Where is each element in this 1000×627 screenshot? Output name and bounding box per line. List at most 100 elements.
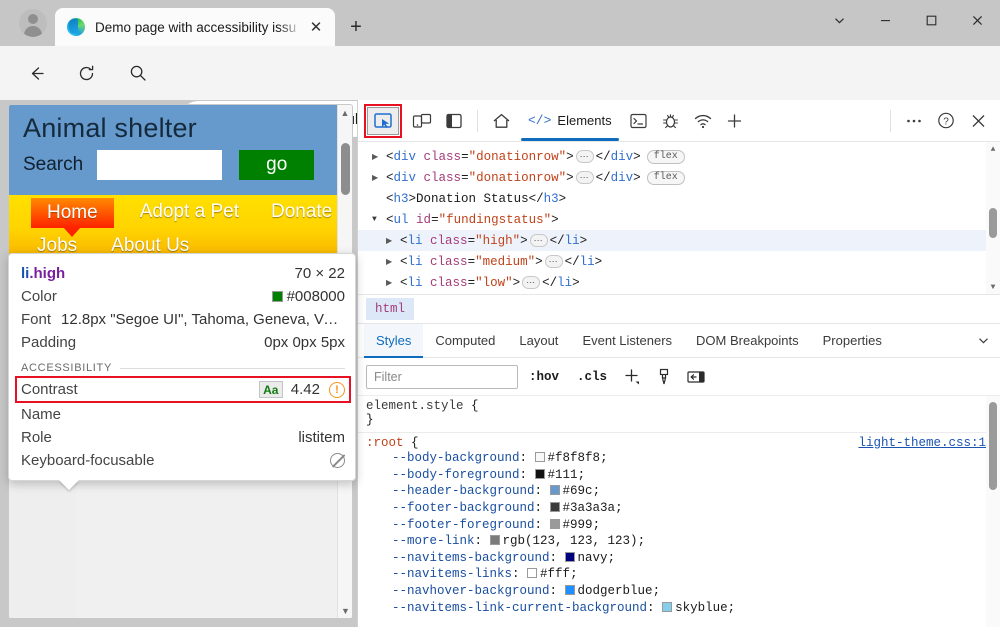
- scroll-down-arrow-icon[interactable]: ▼: [986, 280, 1000, 294]
- maximize-button[interactable]: [908, 0, 954, 40]
- styles-filter-input[interactable]: Filter: [366, 365, 518, 389]
- css-property[interactable]: --header-background: [392, 484, 535, 498]
- css-property[interactable]: --more-link: [392, 534, 475, 548]
- breadcrumb[interactable]: html: [358, 294, 1000, 324]
- more-tools-icon[interactable]: [898, 106, 930, 136]
- close-window-button[interactable]: [954, 0, 1000, 40]
- site-nav-item-adopt[interactable]: Adopt a Pet: [134, 198, 245, 226]
- styles-scrollbar[interactable]: ▼: [986, 396, 1000, 627]
- computed-styles-icon[interactable]: [650, 364, 678, 390]
- add-panel-icon[interactable]: [719, 106, 751, 136]
- css-property[interactable]: --footer-foreground: [392, 518, 535, 532]
- toggle-sidebar-icon[interactable]: [682, 364, 710, 390]
- css-property[interactable]: --navitems-links: [392, 567, 512, 581]
- close-devtools-icon[interactable]: [962, 106, 994, 136]
- table-row[interactable]: ▶ <li class="low"> ⋯ </li>: [358, 272, 1000, 293]
- css-selector[interactable]: :root: [366, 436, 404, 450]
- css-value[interactable]: #69c: [563, 484, 593, 498]
- tab-properties[interactable]: Properties: [811, 324, 894, 357]
- css-property[interactable]: --navitems-background: [392, 551, 550, 565]
- css-value[interactable]: dodgerblue: [578, 584, 653, 598]
- styles-scrollbar-thumb[interactable]: [989, 402, 997, 490]
- css-declaration[interactable]: --navitems-links: #fff;: [366, 566, 986, 583]
- browser-tab[interactable]: Demo page with accessibility issu ✕: [55, 8, 335, 46]
- chevron-down-icon[interactable]: [966, 324, 1000, 357]
- expand-triangle-icon[interactable]: ▶: [372, 152, 386, 162]
- collapsed-content-icon[interactable]: ⋯: [522, 276, 540, 289]
- tab-elements[interactable]: </> Elements: [517, 101, 623, 141]
- dom-tree-scrollbar[interactable]: ▲ ▼: [986, 142, 1000, 294]
- site-nav-item-home[interactable]: Home: [31, 198, 114, 228]
- color-swatch[interactable]: [490, 535, 500, 545]
- css-declaration[interactable]: --body-foreground: #111;: [366, 467, 986, 484]
- back-arrow-icon[interactable]: [18, 55, 54, 91]
- network-wifi-icon[interactable]: [687, 106, 719, 136]
- css-value[interactable]: navy: [578, 551, 608, 565]
- tab-styles[interactable]: Styles: [364, 324, 423, 357]
- flex-badge[interactable]: flex: [647, 171, 685, 185]
- css-rule-element-style[interactable]: element.style { }: [358, 396, 1000, 433]
- hov-button[interactable]: :hov: [522, 364, 566, 390]
- table-row[interactable]: ▶ <li class="medium"> ⋯ </li>: [358, 293, 1000, 294]
- color-swatch[interactable]: [550, 502, 560, 512]
- css-declaration[interactable]: --navitems-link-current-background: skyb…: [366, 600, 986, 617]
- flex-badge[interactable]: flex: [647, 150, 685, 164]
- color-swatch[interactable]: [565, 585, 575, 595]
- collapsed-content-icon[interactable]: ⋯: [576, 171, 594, 184]
- debugger-bug-icon[interactable]: [655, 106, 687, 136]
- color-swatch[interactable]: [662, 602, 672, 612]
- css-rule-root[interactable]: :root { light-theme.css:1 --body-backgro…: [358, 433, 1000, 621]
- color-swatch[interactable]: [527, 568, 537, 578]
- css-declaration[interactable]: --footer-background: #3a3a3a;: [366, 500, 986, 517]
- css-value[interactable]: #999: [563, 518, 593, 532]
- css-value[interactable]: #f8f8f8: [548, 451, 601, 465]
- table-row[interactable]: ▶ <div class="donationrow"> ⋯ </div> fle…: [358, 167, 1000, 188]
- css-declaration[interactable]: --more-link: rgb(123, 123, 123);: [366, 533, 986, 550]
- page-scrollbar-thumb[interactable]: [341, 143, 350, 195]
- css-value[interactable]: skyblue: [675, 601, 728, 615]
- css-declaration[interactable]: --footer-foreground: #999;: [366, 517, 986, 534]
- css-property[interactable]: --footer-background: [392, 501, 535, 515]
- breadcrumb-item-html[interactable]: html: [366, 298, 414, 320]
- new-style-rule-icon[interactable]: [618, 364, 646, 390]
- css-property[interactable]: --navhover-background: [392, 584, 550, 598]
- table-row[interactable]: <h3> Donation Status </h3>: [358, 188, 1000, 209]
- color-swatch[interactable]: [565, 552, 575, 562]
- color-swatch[interactable]: [535, 469, 545, 479]
- css-declaration[interactable]: --header-background: #69c;: [366, 483, 986, 500]
- new-tab-button[interactable]: +: [343, 14, 369, 40]
- css-value[interactable]: #111: [548, 468, 578, 482]
- close-tab-button[interactable]: ✕: [303, 14, 329, 40]
- css-value[interactable]: rgb(123, 123, 123): [503, 534, 638, 548]
- dock-side-icon[interactable]: [438, 106, 470, 136]
- table-row[interactable]: ▼ <ul id="fundingstatus">: [358, 209, 1000, 230]
- css-property[interactable]: --body-foreground: [392, 468, 520, 482]
- table-row[interactable]: ▶ <li class="medium"> ⋯ </li>: [358, 251, 1000, 272]
- css-declaration[interactable]: --navitems-background: navy;: [366, 550, 986, 567]
- scroll-down-arrow-icon[interactable]: ▼: [338, 603, 353, 618]
- color-swatch[interactable]: [550, 519, 560, 529]
- tab-event-listeners[interactable]: Event Listeners: [570, 324, 684, 357]
- home-icon[interactable]: [485, 106, 517, 136]
- inspect-element-button[interactable]: [364, 104, 402, 138]
- css-declaration[interactable]: --body-background: #f8f8f8;: [366, 450, 986, 467]
- css-source-link[interactable]: light-theme.css:1: [858, 436, 986, 450]
- collapse-triangle-icon[interactable]: ▼: [372, 215, 386, 224]
- table-row[interactable]: ▶ <div class="donationrow"> ⋯ </div> fle…: [358, 146, 1000, 167]
- dom-tree[interactable]: ▶ <div class="donationrow"> ⋯ </div> fle…: [358, 142, 1000, 294]
- cls-button[interactable]: .cls: [570, 364, 614, 390]
- expand-triangle-icon[interactable]: ▶: [372, 173, 386, 183]
- help-icon[interactable]: ?: [930, 106, 962, 136]
- collapsed-content-icon[interactable]: ⋯: [530, 234, 548, 247]
- scroll-up-arrow-icon[interactable]: ▲: [986, 142, 1000, 156]
- tab-dom-breakpoints[interactable]: DOM Breakpoints: [684, 324, 811, 357]
- collapsed-content-icon[interactable]: ⋯: [576, 150, 594, 163]
- expand-triangle-icon[interactable]: ▶: [386, 278, 400, 288]
- tab-actions-chevron-icon[interactable]: [816, 0, 862, 40]
- tab-layout[interactable]: Layout: [507, 324, 570, 357]
- expand-triangle-icon[interactable]: ▶: [386, 236, 400, 246]
- device-emulation-icon[interactable]: [406, 106, 438, 136]
- expand-triangle-icon[interactable]: ▶: [386, 257, 400, 267]
- css-property[interactable]: --navitems-link-current-background: [392, 601, 647, 615]
- tab-computed[interactable]: Computed: [423, 324, 507, 357]
